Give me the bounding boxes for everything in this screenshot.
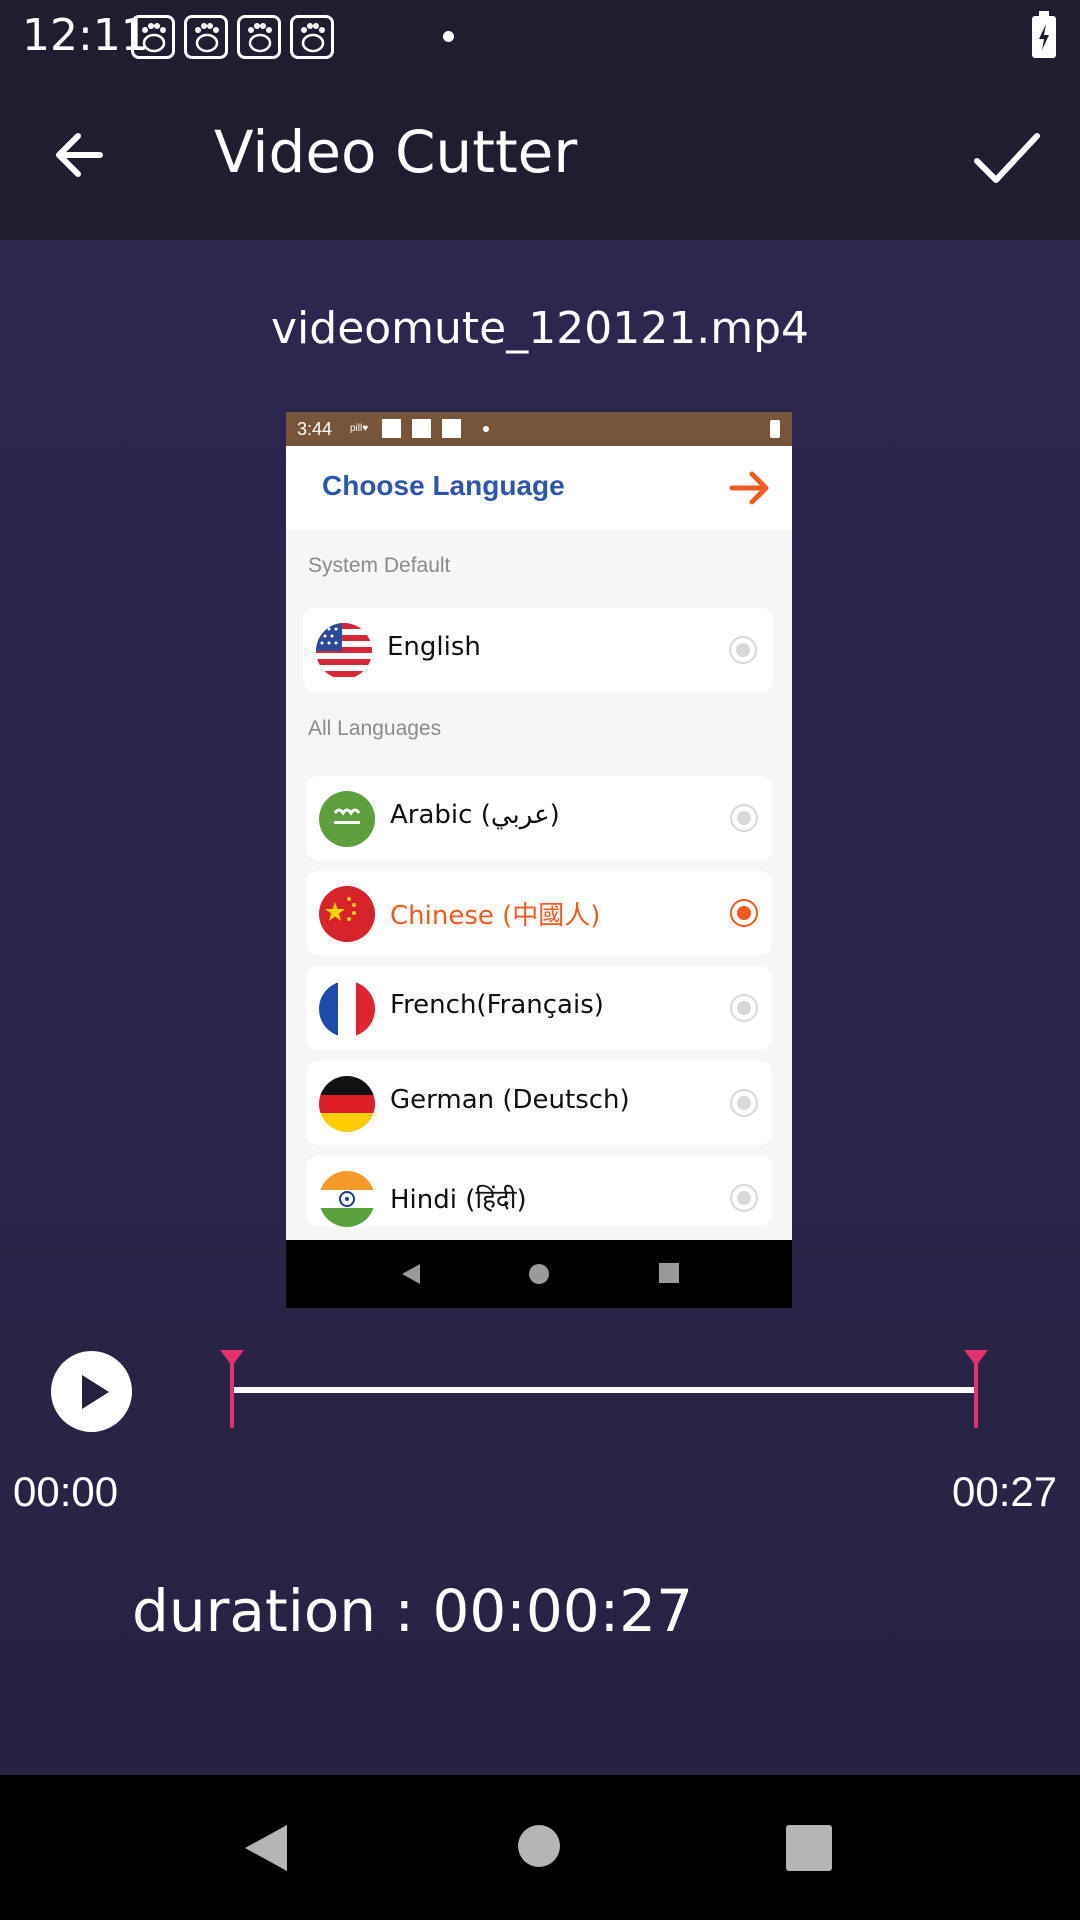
baidu-paw-icon [131,15,175,59]
language-label: English [387,632,481,662]
duration-label: duration : 00:00:27 [132,1577,693,1645]
china-flag-icon [319,886,375,942]
notification-icon [412,419,431,438]
home-circle-icon [529,1264,549,1284]
france-flag-icon [319,981,375,1037]
language-radio[interactable] [730,994,758,1022]
section-system-default: System Default [308,554,451,577]
battery-charging-icon [1032,11,1056,58]
language-label: Chinese (中國人) [390,901,601,931]
notification-icon [442,419,461,438]
trim-start-handle[interactable] [220,1350,244,1428]
battery-icon [770,420,780,438]
status-time: 12:11 [22,10,149,61]
language-item-english: English [303,608,773,692]
confirm-button[interactable] [972,124,1042,194]
language-radio[interactable] [730,1089,758,1117]
preview-title: Choose Language [322,470,565,501]
language-label: French(Français) [390,990,604,1020]
end-time-label: 00:27 [952,1468,1058,1515]
language-label: Hindi (हिंदी) [390,1185,527,1215]
arrow-right-icon [729,471,769,505]
language-item-french: French(Français) [306,966,772,1050]
notification-icon [382,419,401,438]
trim-range-track[interactable] [232,1387,976,1393]
start-time-label: 00:00 [13,1468,119,1515]
us-flag-icon [316,623,372,679]
language-radio[interactable] [730,804,758,832]
back-button[interactable] [48,118,118,188]
language-item-german: German (Deutsch) [306,1061,772,1145]
back-triangle-icon [402,1264,420,1284]
preview-status-label: pill♥ [350,423,369,434]
saudi-flag-icon [319,791,375,847]
file-name: videomute_120121.mp4 [271,303,809,354]
back-triangle-icon[interactable] [243,1823,289,1873]
preview-header: Choose Language [286,446,792,530]
preview-status-bar: 3:44 pill♥ [286,412,792,446]
language-item-hindi: Hindi (हिंदी) [306,1156,772,1227]
more-notifications-dot [443,31,454,42]
language-item-arabic: Arabic (عربي) [306,776,772,860]
language-label: Arabic (عربي) [390,800,560,830]
section-all-languages: All Languages [308,717,442,740]
language-radio[interactable] [730,1184,758,1212]
preview-status-time: 3:44 [297,419,333,439]
page-title: Video Cutter [214,118,578,186]
language-label: German (Deutsch) [390,1085,630,1115]
germany-flag-icon [319,1076,375,1132]
language-item-chinese: Chinese (中國人) [306,871,772,955]
more-notifications-dot [483,426,489,432]
status-bar: 12:11 [0,0,1080,72]
recents-square-icon [659,1263,679,1283]
language-radio-selected[interactable] [730,899,758,927]
play-icon [82,1375,109,1409]
language-radio[interactable] [729,636,757,664]
india-flag-icon [319,1171,375,1227]
baidu-paw-icon [184,15,228,59]
recents-square-icon[interactable] [786,1825,832,1871]
system-nav-bar [0,1775,1080,1920]
preview-nav-bar [286,1240,792,1308]
baidu-paw-icon [237,15,281,59]
home-circle-icon[interactable] [517,1824,561,1868]
arrow-left-icon [56,133,103,177]
video-preview[interactable]: 3:44 pill♥ Choose Language System Defaul… [286,412,792,1308]
play-button[interactable] [51,1351,132,1432]
baidu-paw-icon [290,15,334,59]
check-icon [974,133,1040,183]
trim-end-handle[interactable] [964,1350,988,1428]
